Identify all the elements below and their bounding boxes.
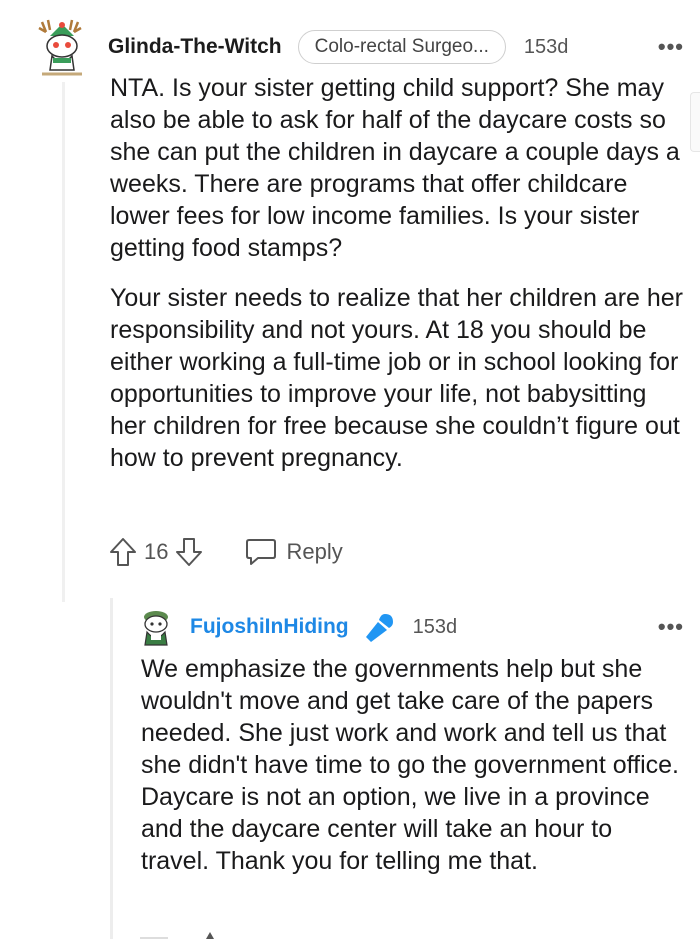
upvote-icon[interactable] (108, 536, 138, 568)
comment-age: 153d (523, 35, 569, 58)
reply-thread-line[interactable] (110, 598, 113, 939)
side-panel-edge (690, 92, 700, 152)
comment-username[interactable]: Glinda-The-Witch (108, 35, 282, 59)
reply-text: We emphasize the governments help but sh… (141, 655, 679, 875)
reply-body: We emphasize the governments help but sh… (141, 653, 686, 877)
comment-header: Glinda-The-Witch Colo-rectal Surgeo... 1… (36, 18, 688, 76)
more-options-icon[interactable]: ••• (658, 34, 684, 60)
thread-line[interactable] (62, 82, 65, 602)
reply-label: Reply (286, 539, 343, 564)
comment-body: NTA. Is your sister getting child suppor… (110, 72, 685, 492)
downvote-icon[interactable] (174, 536, 204, 568)
next-avatar-fragment-icon (140, 932, 214, 939)
microphone-icon (365, 614, 393, 642)
reply-username[interactable]: FujoshiInHiding (190, 615, 349, 639)
reply-header: FujoshiInHiding 153d ••• (138, 605, 688, 649)
user-avatar-icon[interactable] (36, 18, 88, 76)
user-flair-badge: Colo-rectal Surgeo... (297, 30, 506, 64)
comment-thread: Glinda-The-Witch Colo-rectal Surgeo... 1… (0, 0, 700, 939)
comment-paragraph: Your sister needs to realize that her ch… (110, 284, 684, 472)
comment-actions: 16 Reply (108, 532, 343, 572)
more-options-icon[interactable]: ••• (658, 614, 684, 640)
vote-count: 16 (144, 539, 169, 564)
speech-bubble-icon (246, 539, 277, 565)
comment-paragraph: NTA. Is your sister getting child suppor… (110, 74, 680, 262)
reply-button[interactable]: Reply (244, 537, 343, 567)
reply-avatar-icon[interactable] (138, 607, 174, 647)
reply-age: 153d (412, 615, 458, 638)
